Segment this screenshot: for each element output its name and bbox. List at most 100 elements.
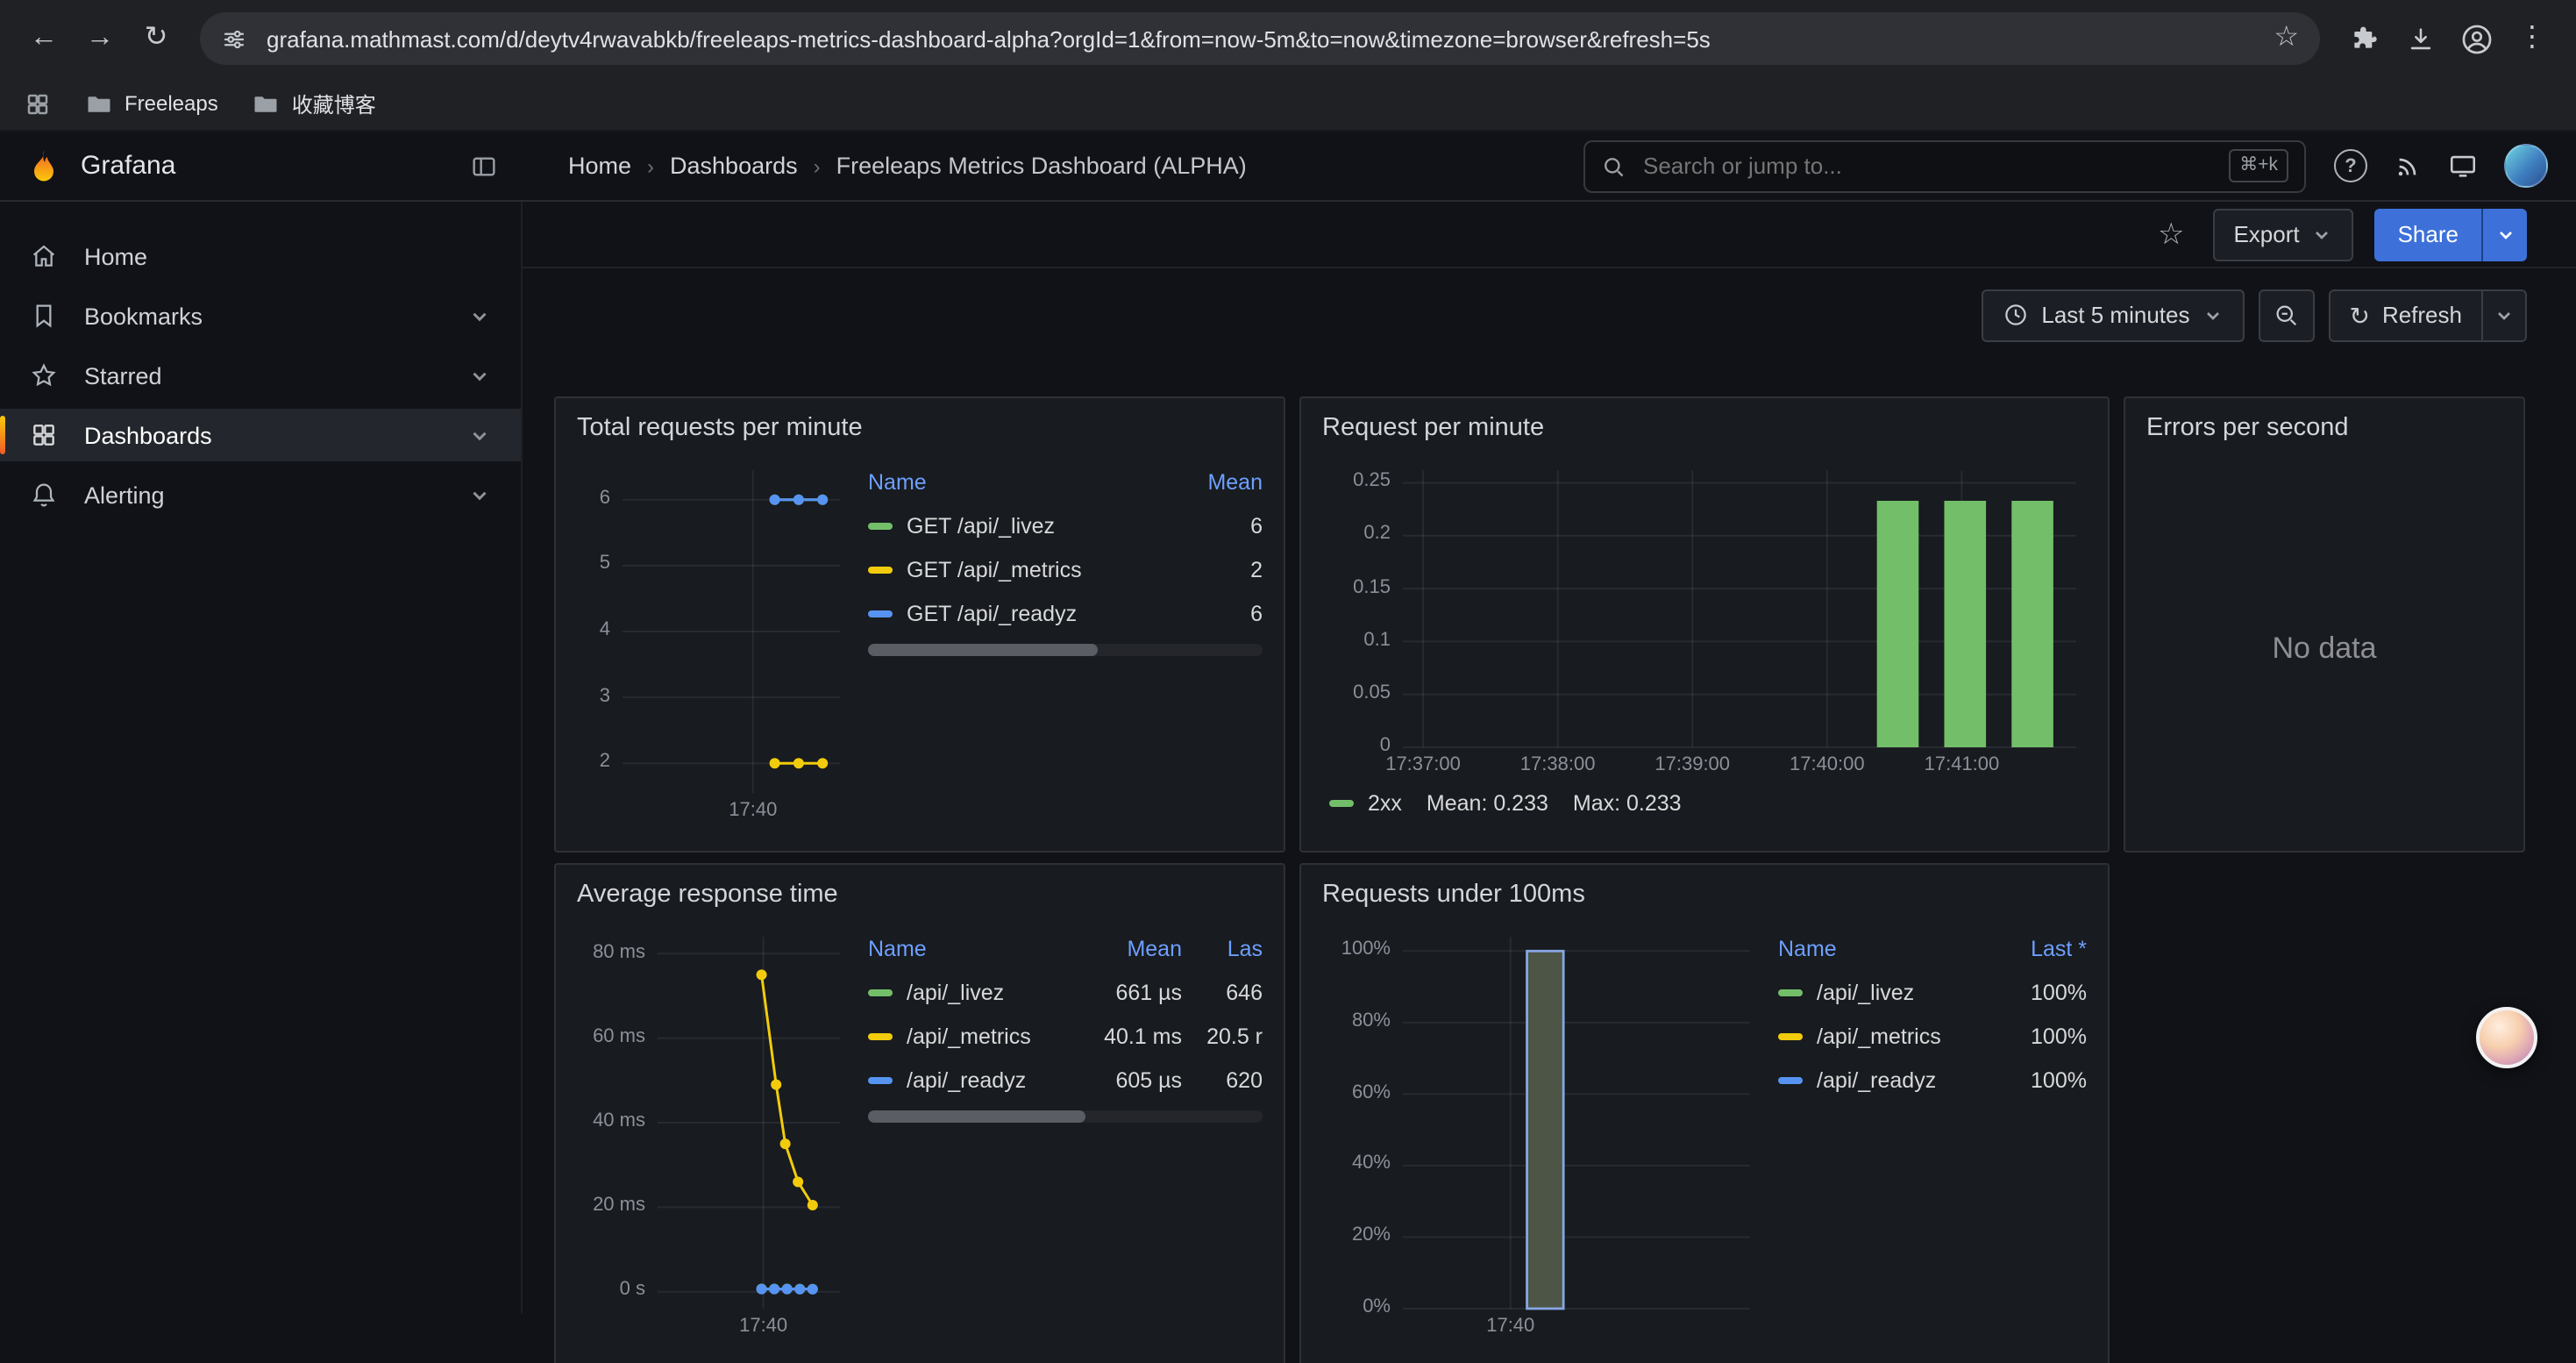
sidebar-item-label: Dashboards <box>84 422 212 448</box>
series-toggle[interactable]: GET /api/_readyz <box>868 601 1168 625</box>
bookmark-star-icon[interactable]: ☆ <box>2274 25 2299 53</box>
refresh-button[interactable]: ↻ Refresh <box>2328 289 2481 341</box>
sidebar-item-bookmarks[interactable]: Bookmarks <box>0 289 521 342</box>
series-last: 100% <box>1978 1024 2087 1048</box>
kiosk-monitor-icon[interactable] <box>2448 151 2478 181</box>
grafana-logo[interactable] <box>25 146 63 185</box>
bookmark-icon <box>30 302 58 330</box>
legend-header-mean[interactable]: Mean <box>1182 469 1263 494</box>
sidebar-item-starred[interactable]: Starred <box>0 349 521 402</box>
assistant-avatar[interactable] <box>2476 1007 2537 1068</box>
search-box[interactable]: ⌘+k <box>1583 139 2306 192</box>
series-name: /api/_readyz <box>1817 1067 1936 1092</box>
series-marker <box>868 522 893 529</box>
legend-header-last[interactable]: Las <box>1196 936 1263 960</box>
dashboard-actions-bar: ☆ Export Share <box>523 202 2576 268</box>
legend-header-last[interactable]: Last * <box>1978 936 2087 960</box>
series-toggle[interactable]: /api/_readyz <box>868 1067 1063 1092</box>
legend-header-name[interactable]: Name <box>868 936 1063 960</box>
export-button[interactable]: Export <box>2212 208 2353 260</box>
chevron-down-icon[interactable] <box>468 364 491 387</box>
reload-icon[interactable]: ↻ <box>130 12 182 65</box>
series-toggle[interactable]: /api/_metrics <box>1778 1024 1964 1048</box>
breadcrumb-separator: › <box>647 153 654 178</box>
bookmarks-bar: Freeleaps 收藏博客 <box>0 77 2576 132</box>
extensions-icon[interactable] <box>2338 12 2390 65</box>
sidebar-item-label: Starred <box>84 362 162 389</box>
downloads-icon[interactable] <box>2394 12 2446 65</box>
user-avatar[interactable] <box>2504 144 2548 188</box>
help-icon[interactable]: ? <box>2334 149 2367 182</box>
series-toggle[interactable]: GET /api/_metrics <box>868 557 1168 582</box>
time-range-picker[interactable]: Last 5 minutes <box>1982 289 2244 341</box>
series-toggle[interactable]: 2xx <box>1329 791 1402 816</box>
bookmark-folder-freeleaps[interactable]: Freeleaps <box>86 90 218 117</box>
zoom-out-button[interactable] <box>2258 289 2314 341</box>
url-bar[interactable]: ☆ <box>200 12 2320 65</box>
share-menu-chevron[interactable] <box>2481 208 2527 260</box>
chevron-down-icon[interactable] <box>468 483 491 506</box>
legend-row: GET /api/_livez 6 <box>868 503 1263 547</box>
sidebar-item-label: Home <box>84 243 147 269</box>
panel-title[interactable]: Total requests per minute <box>556 398 1284 446</box>
panel-title[interactable]: Errors per second <box>2125 398 2523 446</box>
requests-under-100ms-plot[interactable]: 100%80%60%40%20%0%17:40 <box>1322 923 1764 1344</box>
sidebar-item-dashboards[interactable]: Dashboards <box>0 409 521 461</box>
rss-icon[interactable] <box>2394 152 2422 180</box>
screen: ← → ↻ ☆ ⋮ Freeleaps 收藏博 <box>0 0 2576 1363</box>
browser-profile-icon[interactable] <box>2450 12 2502 65</box>
request-per-minute-plot[interactable]: 0.250.20.150.10.05017:37:0017:38:0017:39… <box>1322 456 2090 782</box>
breadcrumb: Home › Dashboards › Freeleaps Metrics Da… <box>523 153 1247 179</box>
sidebar-item-label: Alerting <box>84 482 165 508</box>
series-marker <box>1329 800 1354 807</box>
favorite-star-icon[interactable]: ☆ <box>2151 217 2192 252</box>
browser-menu-icon[interactable]: ⋮ <box>2506 12 2558 65</box>
search-icon <box>1601 153 1626 178</box>
legend-header-name[interactable]: Name <box>868 469 1168 494</box>
total-requests-plot[interactable]: 6543217:40 <box>577 456 854 828</box>
series-name: /api/_readyz <box>907 1067 1026 1092</box>
site-settings-icon[interactable] <box>221 25 247 52</box>
breadcrumb-dashboards[interactable]: Dashboards <box>670 153 798 179</box>
sidebar-item-home[interactable]: Home <box>0 230 521 282</box>
legend-scrollbar[interactable] <box>868 1110 1263 1123</box>
dock-menu-icon[interactable] <box>470 152 498 180</box>
refresh-interval-chevron[interactable] <box>2481 289 2527 341</box>
folder-icon <box>86 90 112 117</box>
panel-title[interactable]: Requests under 100ms <box>1301 865 2108 912</box>
chevron-down-icon[interactable] <box>468 424 491 446</box>
refresh-icon: ↻ <box>2349 303 2369 327</box>
series-marker <box>1778 1076 1803 1083</box>
search-shortcut-kbd: ⌘+k <box>2229 149 2288 182</box>
scrollbar-thumb[interactable] <box>868 644 1097 656</box>
series-toggle[interactable]: /api/_metrics <box>868 1024 1063 1048</box>
series-toggle[interactable]: /api/_readyz <box>1778 1067 1964 1092</box>
forward-icon[interactable]: → <box>74 12 126 65</box>
url-input[interactable] <box>263 24 2258 54</box>
series-mean: 2 <box>1182 557 1263 582</box>
avg-response-time-plot[interactable]: 80 ms60 ms40 ms20 ms0 s17:40 <box>577 923 854 1344</box>
panel-title[interactable]: Average response time <box>556 865 1284 912</box>
bookmark-folder-blogs[interactable]: 收藏博客 <box>253 89 376 118</box>
chevron-down-icon[interactable] <box>468 304 491 327</box>
back-icon[interactable]: ← <box>18 12 70 65</box>
series-toggle[interactable]: /api/_livez <box>1778 980 1964 1004</box>
legend-table: Name Last * /api/_livez 100% /api/_metri… <box>1778 926 2087 1363</box>
panel-title[interactable]: Request per minute <box>1301 398 2108 446</box>
legend-scrollbar[interactable] <box>868 644 1263 656</box>
apps-grid-icon[interactable] <box>25 90 51 117</box>
share-label: Share <box>2398 221 2459 247</box>
legend-header-name[interactable]: Name <box>1778 936 1964 960</box>
bookmark-label: 收藏博客 <box>292 89 376 118</box>
share-button[interactable]: Share <box>2375 208 2481 260</box>
legend-header-mean[interactable]: Mean <box>1077 936 1182 960</box>
panel-row-2: Average response time 80 ms60 ms40 ms20 … <box>554 863 2527 1363</box>
series-toggle[interactable]: /api/_livez <box>868 980 1063 1004</box>
series-name: 2xx <box>1368 791 1402 816</box>
breadcrumb-home[interactable]: Home <box>568 153 631 179</box>
search-input[interactable] <box>1640 151 2215 181</box>
series-mean: 6 <box>1182 513 1263 538</box>
scrollbar-thumb[interactable] <box>868 1110 1085 1123</box>
series-toggle[interactable]: GET /api/_livez <box>868 513 1168 538</box>
sidebar-item-alerting[interactable]: Alerting <box>0 468 521 521</box>
